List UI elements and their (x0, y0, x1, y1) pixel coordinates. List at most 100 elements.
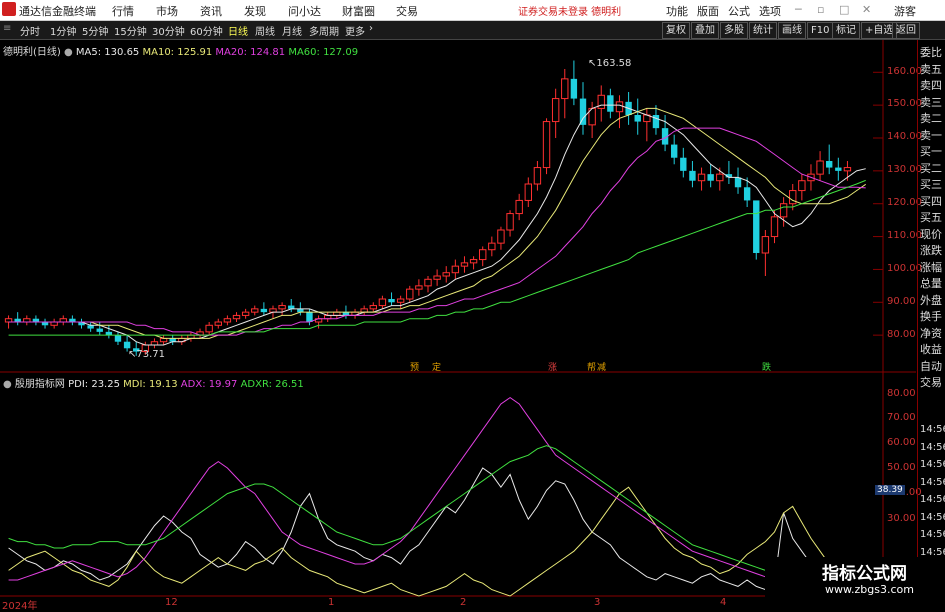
candle-body (533, 167, 542, 185)
ma60-label: MA60: 127.09 (288, 47, 359, 58)
tick-time: 14:56 (920, 441, 945, 453)
candle-body (843, 167, 852, 172)
side-panel-item[interactable]: 卖三 (920, 94, 942, 110)
side-panel-item[interactable]: 自动 (920, 358, 942, 374)
y-tick: 50.00 (887, 462, 916, 473)
adxr-line (8, 445, 866, 576)
candle-body (579, 98, 587, 125)
side-panel-item[interactable]: 委比 (920, 44, 942, 60)
side-panel-item[interactable]: 买三 (920, 176, 942, 192)
candle-body (542, 121, 551, 169)
chart-area[interactable] (0, 0, 945, 609)
candle-body (826, 161, 833, 168)
candle-body (551, 98, 560, 123)
candle-body (570, 78, 578, 99)
candle-body (288, 305, 295, 309)
tick-time: 14:56 (920, 546, 945, 558)
candle-body (761, 236, 770, 254)
pdi-label: PDI: 23.25 (68, 379, 120, 390)
candle-body (232, 314, 241, 320)
signal-marker: 预 (410, 363, 420, 373)
ma20-label: MA20: 124.81 (215, 47, 286, 58)
side-panel-item[interactable]: 买一 (920, 143, 942, 159)
settings-dot-icon[interactable]: ● (64, 47, 73, 58)
side-panel-item[interactable]: 卖二 (920, 110, 942, 126)
adx-line (8, 396, 866, 597)
y-tick: 80.00 (887, 388, 916, 399)
candle-body (205, 324, 213, 333)
candle-body (442, 272, 450, 277)
candle-body (743, 187, 751, 201)
side-panel-item[interactable]: 外盘 (920, 292, 942, 308)
ma5-line (8, 104, 866, 346)
side-panel-item[interactable]: 卖五 (920, 61, 942, 77)
candle-body (697, 173, 706, 182)
candle-body (415, 285, 423, 290)
candle-body (278, 305, 286, 310)
candle-body (716, 173, 724, 182)
signal-marker: 跌 (762, 363, 772, 373)
candle-body (634, 115, 641, 122)
candle-body (816, 160, 824, 175)
candle-body (406, 288, 414, 300)
side-panel-item[interactable]: 收益 (920, 341, 942, 357)
candle-body (378, 298, 387, 307)
candle-body (479, 249, 487, 261)
low-value: 73.71 (136, 349, 166, 360)
x-tick: 4 (720, 597, 727, 608)
x-tick: 2 (460, 597, 467, 608)
candle-body (260, 308, 268, 313)
indicator-dot-icon[interactable]: ● (3, 379, 12, 390)
watermark-url: www.zbgs3.com (825, 583, 914, 596)
side-panel-item[interactable]: 涨跌 (920, 242, 942, 258)
candle-body (451, 265, 460, 274)
side-panel-item[interactable]: 净资 (920, 325, 942, 341)
candle-body (460, 262, 469, 267)
signal-marker: 帮 (587, 363, 597, 373)
ma20-line (8, 127, 866, 336)
quote-side-panel: 委比 卖五 卖四 卖三 卖二 卖一 买一 买二 买三 买四 买五 现价 涨跌 涨幅 总量 外盘 换手 净资 收益 自动… (917, 40, 945, 609)
candle-body (524, 183, 532, 201)
side-panel-item[interactable]: 涨幅 (920, 259, 942, 275)
x-tick: 2024年 (2, 601, 38, 612)
candle-body (561, 78, 569, 100)
x-tick: 12 (165, 597, 178, 608)
y-tick: 60.00 (887, 437, 916, 448)
ma5-label: MA5: 130.65 (75, 47, 140, 58)
side-panel-item[interactable]: 总量 (920, 275, 942, 291)
tick-time: 14:56 (920, 529, 945, 540)
side-panel-item[interactable]: 现价 (920, 226, 942, 242)
candle-body (241, 311, 250, 316)
candle-body (114, 335, 122, 342)
ma10-line (8, 107, 866, 339)
candle-body (779, 203, 788, 218)
tick-time: 14:56 (920, 511, 945, 523)
signal-marker: 涨 (548, 363, 558, 373)
side-panel-item[interactable]: 交易 (920, 374, 942, 390)
candle-body (689, 170, 696, 181)
pdi-line (8, 467, 867, 591)
candle-body (798, 180, 806, 192)
side-panel-item[interactable]: 卖一 (920, 127, 942, 143)
side-panel-item[interactable]: 买二 (920, 160, 942, 176)
y-tick: 90.00 (887, 296, 916, 307)
side-panel-item[interactable]: 买五 (920, 209, 942, 225)
ma10-label: MA10: 125.91 (142, 47, 213, 58)
candle-body (159, 337, 168, 343)
side-panel-item[interactable]: 卖四 (920, 77, 942, 93)
tick-time: 14:56 (920, 424, 945, 435)
y-tick: 30.00 (887, 513, 916, 524)
candle-body (734, 177, 742, 188)
candle-body (770, 216, 779, 238)
mdi-label: MDI: 19.13 (123, 379, 178, 390)
candle-body (506, 213, 514, 231)
candle-body (223, 318, 232, 323)
candle-body (488, 242, 496, 251)
side-panel-item[interactable]: 买四 (920, 193, 942, 209)
candle-body (753, 200, 760, 253)
adxr-label: ADXR: 26.51 (240, 379, 304, 390)
side-panel-item[interactable]: 换手 (920, 308, 942, 324)
candle-body (607, 95, 614, 112)
candle-body (615, 101, 624, 113)
candle-body (251, 308, 259, 313)
